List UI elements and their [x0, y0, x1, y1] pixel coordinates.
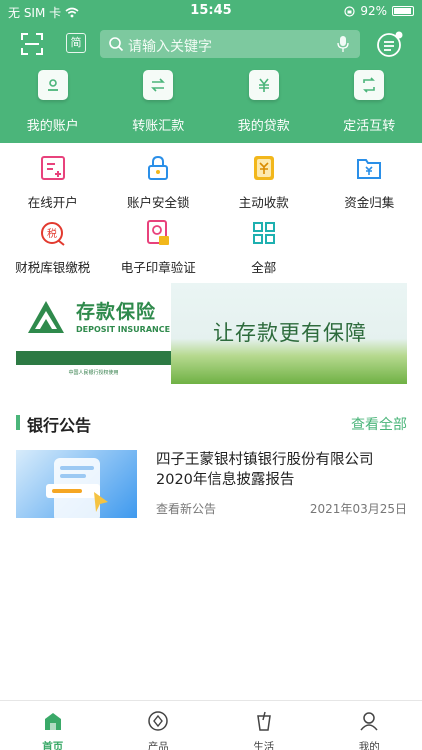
quick-actions: 我的账户 转账汇款 我的贷款 定活互转	[0, 70, 422, 136]
tab-label: 我的	[358, 741, 380, 750]
user-icon	[360, 712, 378, 731]
announcement-title: 银行公告	[27, 416, 92, 435]
scan-icon[interactable]	[20, 32, 44, 56]
deposit-insurance-logo-icon	[28, 301, 64, 333]
status-bar: 无 SIM 卡 15:45 92%	[0, 0, 422, 22]
service-label: 电子印章验证	[120, 260, 196, 275]
banner-slogan: 让存款更有保障	[213, 321, 367, 345]
search-bar[interactable]: 请输入关键字	[100, 30, 360, 58]
transfer-icon	[143, 70, 174, 100]
svg-text:税: 税	[47, 227, 57, 240]
view-all-link[interactable]: 查看全部	[351, 414, 407, 434]
banner-strip	[16, 351, 171, 365]
status-right: 92%	[344, 4, 414, 18]
online-account-icon	[40, 156, 65, 180]
exchange-icon	[354, 70, 385, 100]
account-icon	[37, 70, 68, 100]
service-all[interactable]: 全部	[211, 215, 317, 280]
quick-term-exchange[interactable]: 定活互转	[317, 70, 422, 136]
service-e-seal-verify[interactable]: 电子印章验证	[106, 215, 212, 280]
fund-collection-icon	[357, 159, 382, 179]
service-tax-payment[interactable]: 税 财税库银缴税	[0, 215, 106, 280]
announcement-thumbnail	[16, 450, 137, 518]
quick-label: 定活互转	[343, 119, 396, 134]
service-label: 财税库银缴税	[15, 260, 91, 275]
top-bar: 简 请输入关键字	[0, 28, 422, 60]
tax-payment-icon: 税	[40, 222, 65, 246]
battery-icon	[392, 6, 414, 16]
banner-right: 让存款更有保障	[171, 283, 407, 384]
announcement-item-subtitle: 查看新公告	[156, 502, 217, 516]
deposit-insurance-banner[interactable]: 存款保险 DEPOSIT INSURANCE 中国人民银行授权使用 让存款更有保…	[16, 283, 407, 384]
battery-percent: 92%	[360, 4, 387, 18]
announcement-item[interactable]: 四子王蒙银村镇银行股份有限公司2020年信息披露报告 查看新公告 2021年03…	[16, 450, 407, 520]
banner-title-en: DEPOSIT INSURANCE	[76, 325, 171, 334]
service-label: 账户安全锁	[126, 195, 190, 210]
quick-my-account[interactable]: 我的账户	[0, 70, 106, 136]
service-security-lock[interactable]: 账户安全锁	[106, 150, 212, 215]
service-online-account[interactable]: 在线开户	[0, 150, 106, 215]
loan-icon	[248, 70, 279, 100]
tab-mine[interactable]: 我的	[317, 701, 422, 750]
service-label: 主动收款	[238, 195, 289, 210]
service-label: 全部	[251, 260, 277, 275]
service-grid: 在线开户 账户安全锁 主动收款 资金归集 税 财税库银缴税 电子印章验证 全部	[0, 150, 422, 280]
announcement-item-title: 四子王蒙银村镇银行股份有限公司2020年信息披露报告	[156, 452, 374, 488]
tab-bar: 首页 产品 生活 我的	[0, 700, 422, 750]
home-icon	[44, 713, 61, 730]
service-fund-collection[interactable]: 资金归集	[317, 150, 422, 215]
e-seal-icon	[147, 220, 170, 245]
section-accent-bar	[16, 415, 20, 430]
search-placeholder: 请输入关键字	[128, 39, 212, 55]
cup-icon	[256, 711, 271, 731]
service-label: 在线开户	[27, 195, 78, 210]
quick-my-loan[interactable]: 我的贷款	[211, 70, 317, 136]
search-icon	[109, 37, 124, 52]
orientation-lock-icon	[344, 5, 355, 17]
header: 无 SIM 卡 15:45 92% 简 请输入关键字 我的账户 转账汇款 我的贷…	[0, 0, 422, 143]
message-icon[interactable]	[376, 30, 404, 58]
announcement-item-date: 2021年03月25日	[309, 502, 407, 516]
all-grid-icon	[252, 222, 275, 244]
banner-title-cn: 存款保险	[76, 301, 157, 323]
announcement-header: 银行公告 查看全部	[16, 412, 407, 435]
banner-footnote: 中国人民银行授权使用	[68, 370, 119, 376]
tab-products[interactable]: 产品	[106, 701, 212, 750]
quick-label: 转账汇款	[132, 119, 185, 134]
banner-left: 存款保险 DEPOSIT INSURANCE 中国人民银行授权使用	[16, 283, 171, 384]
security-lock-icon	[148, 155, 169, 180]
microphone-icon[interactable]	[336, 35, 350, 53]
quick-label: 我的贷款	[237, 119, 290, 134]
service-label: 资金归集	[344, 195, 395, 210]
service-receive-payment[interactable]: 主动收款	[211, 150, 317, 215]
tab-label: 生活	[253, 741, 275, 750]
quick-transfer[interactable]: 转账汇款	[106, 70, 212, 136]
tab-label: 首页	[42, 741, 64, 750]
simplified-chinese-button[interactable]: 简	[66, 33, 86, 53]
tab-home[interactable]: 首页	[0, 701, 106, 750]
quick-label: 我的账户	[26, 119, 79, 134]
product-icon	[148, 711, 168, 731]
tab-life[interactable]: 生活	[211, 701, 317, 750]
receive-payment-icon	[253, 156, 274, 180]
tab-label: 产品	[147, 741, 169, 750]
